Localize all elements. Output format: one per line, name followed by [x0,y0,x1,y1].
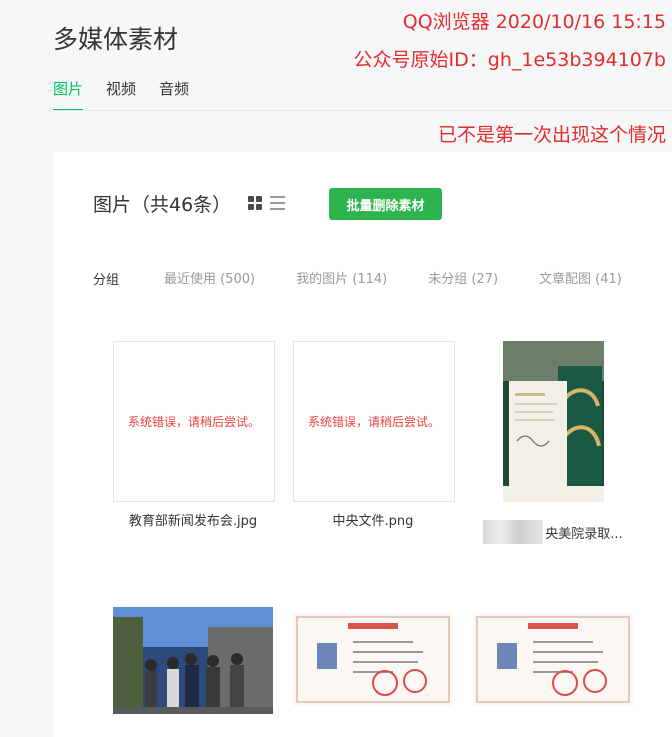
tabs-divider [53,110,672,111]
groups-label: 分组 [93,273,120,288]
bulk-delete-button[interactable]: 批量删除素材 [329,188,442,220]
media-type-tabs: 图片 视频 音频 [53,78,212,111]
list-view-icon[interactable] [270,196,285,210]
tab-audio[interactable]: 音频 [159,78,189,111]
group-filter-bar: 分组 最近使用 (500) 我的图片 (114) 未分组 (27) 文章配图 (… [93,266,663,289]
error-message: 系统错误，请稍后尝试。 [127,415,260,429]
thumbnail-image[interactable] [473,613,633,710]
media-item[interactable] [293,613,453,710]
page-title: 多媒体素材 [53,25,179,54]
annotation-account-id: 公众号原始ID：gh_1e53b394107b [353,49,666,71]
group-my-images[interactable]: 我的图片 (114) [296,268,387,287]
media-item[interactable] [473,613,633,710]
file-name: 中央文件.png [332,514,414,529]
annotation-note: 已不是第一次出现这个情况 [437,124,666,146]
thumbnail-error[interactable]: 系统错误，请稍后尝试。 [113,341,275,502]
media-item[interactable]: 央美院录取... [473,341,633,544]
thumbnail-image[interactable] [113,607,273,718]
media-item[interactable]: 系统错误，请稍后尝试。 教育部新闻发布会.jpg [113,341,275,529]
group-article-images[interactable]: 文章配图 (41) [539,268,622,287]
thumbnail-image[interactable] [503,341,633,506]
group-recent[interactable]: 最近使用 (500) [164,268,255,287]
file-name: 教育部新闻发布会.jpg [128,514,258,529]
error-message: 系统错误，请稍后尝试。 [307,415,440,429]
view-toggle [248,196,285,210]
annotation-browser-timestamp: QQ浏览器 2020/10/16 15:15 [402,11,666,33]
tab-images[interactable]: 图片 [53,78,84,111]
blurred-text [483,520,544,544]
library-title: 图片（共46条） [93,194,232,216]
media-item[interactable]: 系统错误，请稍后尝试。 中央文件.png [293,341,455,529]
thumbnail-error[interactable]: 系统错误，请稍后尝试。 [293,341,455,502]
grid-view-icon[interactable] [248,196,262,210]
group-ungrouped[interactable]: 未分组 (27) [428,268,498,287]
tab-videos[interactable]: 视频 [106,78,136,111]
media-item[interactable] [113,607,273,718]
media-library-panel: 图片（共46条） 批量删除素材 分组 最近使用 (500) 我的图片 (114)… [53,152,672,737]
file-name: 央美院录取... [473,520,633,544]
thumbnail-image[interactable] [293,613,453,710]
